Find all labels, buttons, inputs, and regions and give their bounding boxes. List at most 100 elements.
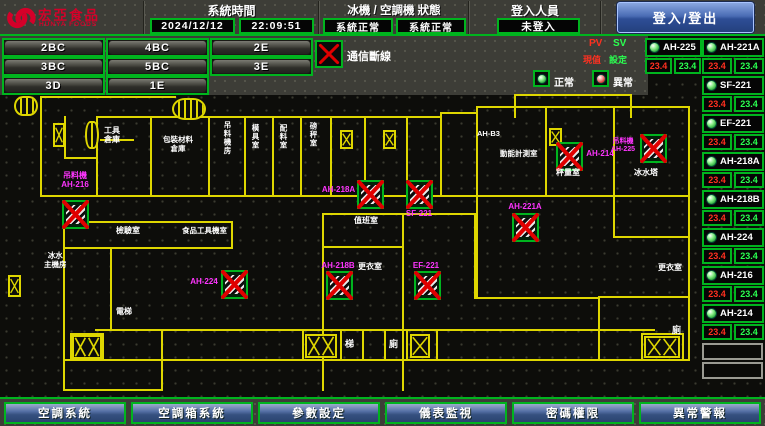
wall-segment (161, 329, 163, 391)
pv-value: 23.4 (702, 210, 732, 226)
ac-status-value: 系統正常 (396, 18, 466, 34)
floor-button-2e[interactable]: 2E (210, 38, 313, 57)
pv-caption: 現值 (583, 53, 601, 66)
sv-value: 23.4 (734, 248, 764, 264)
wall-segment (477, 297, 600, 299)
floor-button-1e[interactable]: 1E (106, 76, 209, 95)
wall-segment (231, 221, 233, 249)
sidebar-unit-sf-221[interactable]: SF-221 (702, 76, 764, 95)
nav-ahu-system[interactable]: 空調箱系統 (131, 402, 253, 424)
sidebar-unit-ef-221[interactable]: EF-221 (702, 114, 764, 133)
sidebar-unit-ah-214[interactable]: AH-214 (702, 304, 764, 323)
floor-button-4bc[interactable]: 4BC (106, 38, 209, 57)
wall-segment (545, 107, 547, 197)
system-time-label: 系統時間 (145, 2, 318, 19)
wall-segment (630, 94, 632, 118)
pv-value: 23.4 (702, 248, 732, 264)
wall-segment (322, 246, 404, 248)
sidebar-empty-slot (702, 362, 763, 379)
sidebar-unit-ah-216[interactable]: AH-216 (702, 266, 764, 285)
comm-loss-icon (315, 40, 343, 68)
unit-name: AH-218A (720, 156, 760, 167)
room-label: 更衣室 (658, 263, 688, 272)
floor-selector-strip: 2BC 4BC 2E 3BC 5BC 3E 3D 1E 通信斷線 PV SV 現… (0, 36, 648, 95)
room-label: 工具 倉庫 (104, 126, 120, 144)
room-label: 值班室 (354, 216, 378, 225)
wall-segment (384, 331, 386, 361)
equipment-icon-sf-221[interactable] (406, 180, 433, 209)
sv-value: 23.4 (734, 210, 764, 226)
sidebar-unit-ah-224[interactable]: AH-224 (702, 228, 764, 247)
wall-segment (302, 331, 304, 361)
nav-meter-monitor[interactable]: 儀表監視 (385, 402, 507, 424)
wall-segment (150, 116, 152, 197)
pv-value: 23.4 (702, 96, 732, 112)
equipment-icon-ah-214[interactable] (556, 142, 583, 171)
unit-values: 23.4 23.4 (645, 58, 701, 74)
sv-caption: 設定 (609, 53, 627, 66)
wall-segment (300, 116, 302, 197)
sidebar-unit-ah-218b[interactable]: AH-218B (702, 190, 764, 209)
status-led (706, 42, 717, 53)
wall-segment (440, 112, 442, 197)
wall-segment (436, 331, 438, 361)
login-logout-button[interactable]: 登入/登出 (617, 2, 754, 33)
sidebar-empty-slot (702, 343, 763, 360)
header-bar: 宏亞食品 HUNYA FOODS 系統時間 2024/12/12 22:09:5… (0, 0, 765, 36)
room-label: 磅秤室 (308, 122, 319, 148)
floor-button-3e[interactable]: 3E (210, 57, 313, 76)
equipment-icon-ah-225[interactable] (640, 134, 667, 163)
room-label: 食品工具機室 (182, 227, 227, 236)
equipment-label: AH-218A (321, 186, 356, 195)
equipment-icon-ah-221a[interactable] (512, 213, 539, 242)
chiller-status-value: 系統正常 (323, 18, 393, 34)
sidebar-unit-ah-221a[interactable]: AH-221A (702, 38, 764, 57)
login-status-value: 未登入 (497, 18, 580, 34)
stair-icon (172, 98, 206, 120)
pv-value: 23.4 (702, 172, 732, 188)
room-label: 包裝材料 倉庫 (156, 136, 200, 153)
status-led (706, 308, 717, 319)
sidebar-unit-ah-225[interactable]: AH-225 (645, 38, 702, 57)
comm-loss-label: 通信斷線 (347, 48, 391, 64)
normal-led-icon (533, 70, 550, 87)
equipment-icon-ah-218b[interactable] (326, 271, 353, 300)
floor-button-2bc[interactable]: 2BC (2, 38, 105, 57)
sidebar-unit-ah-218a[interactable]: AH-218A (702, 152, 764, 171)
status-led (706, 118, 717, 129)
unit-values: 23.4 23.4 (702, 172, 764, 188)
nav-hvac-system[interactable]: 空調系統 (4, 402, 126, 424)
login-person-label: 登入人員 (470, 2, 600, 19)
equipment-icon-ah-216[interactable] (62, 200, 89, 229)
room-label: 冰水 主機房 (44, 252, 67, 269)
wall-segment (440, 112, 478, 114)
unit-name: AH-218B (720, 194, 760, 205)
equipment-icon-ef-221[interactable] (414, 271, 441, 300)
equipment-label: 吊料機 AH-216 (50, 172, 100, 190)
unit-values: 23.4 23.4 (702, 134, 764, 150)
stair-icon (14, 96, 38, 116)
sv-value: 23.4 (734, 324, 764, 340)
unit-values: 23.4 23.4 (702, 58, 764, 74)
nav-parameter-setup[interactable]: 參數設定 (258, 402, 380, 424)
wall-segment (613, 107, 615, 238)
wall-segment (64, 157, 98, 159)
equipment-icon-ah-224[interactable] (221, 270, 248, 299)
wall-segment (402, 213, 404, 391)
nav-alarm[interactable]: 異常警報 (639, 402, 761, 424)
wall-segment (340, 331, 342, 361)
floor-button-3bc[interactable]: 3BC (2, 57, 105, 76)
nav-password-rights[interactable]: 密碼權限 (512, 402, 634, 424)
wall-segment (362, 331, 364, 361)
room-label: 廁 (672, 325, 681, 335)
abnormal-label: 異常 (613, 74, 633, 89)
equipment-label: AH-221A (506, 203, 544, 212)
unit-values: 23.4 23.4 (702, 248, 764, 264)
floor-button-5bc[interactable]: 5BC (106, 57, 209, 76)
floor-button-3d[interactable]: 3D (2, 76, 105, 95)
wall-segment (102, 333, 104, 361)
equipment-icon-ah-218a[interactable] (357, 180, 384, 209)
wall-segment (40, 96, 176, 98)
wall-segment (615, 236, 690, 238)
equipment-label: SF-221 (403, 210, 435, 219)
